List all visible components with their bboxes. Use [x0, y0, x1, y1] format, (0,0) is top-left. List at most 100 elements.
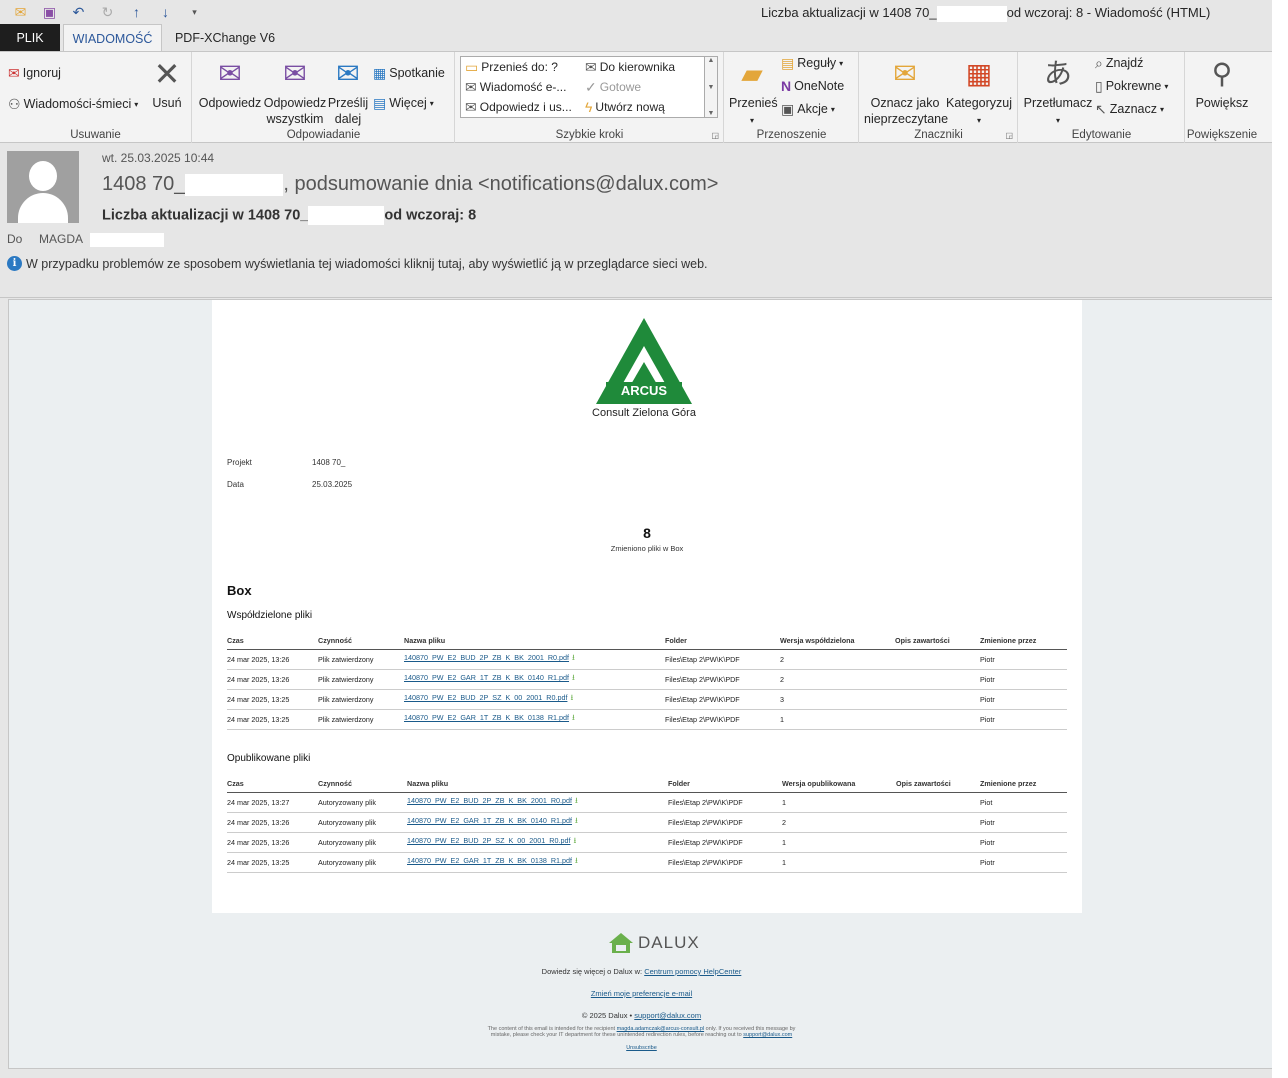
reply-all-icon: ✉ [283, 58, 307, 89]
section-title: Box [227, 583, 252, 598]
group-zoom: ⚲ Powiększ Powiększenie [1186, 52, 1258, 143]
gallery-scrollbar[interactable]: ▲ ▼ ▼ [704, 57, 717, 117]
mail-icon[interactable]: ✉ [6, 2, 35, 22]
download-icon[interactable]: ⭳ [575, 856, 578, 865]
dialog-launcher-icon[interactable]: ◲ [711, 131, 719, 140]
cell-action: Plik zatwierdzony [318, 669, 404, 690]
forward-button[interactable]: ✉ Prześlij dalej [327, 57, 369, 127]
file-link[interactable]: 140870_PW_E2_GAR_1T_ZB_K_BK_0138_R1.pdf [407, 856, 572, 865]
file-link[interactable]: 140870_PW_E2_GAR_1T_ZB_K_BK_0138_R1.pdf [404, 713, 569, 722]
download-icon[interactable]: ⭳ [575, 816, 578, 825]
onenote-icon: N [781, 78, 792, 94]
svg-text:Consult Zielona Góra: Consult Zielona Góra [592, 407, 696, 419]
binoculars-icon: ⌕ [1095, 55, 1103, 71]
cursor-icon: ↖ [1095, 101, 1107, 117]
cell-description [896, 832, 980, 853]
file-link[interactable]: 140870_PW_E2_GAR_1T_ZB_K_BK_0140_R1.pdf [407, 816, 572, 825]
delete-button[interactable]: ✕ Usuń [148, 57, 186, 111]
file-link[interactable]: 140870_PW_E2_GAR_1T_ZB_K_BK_0140_R1.pdf [404, 673, 569, 682]
cell-description [895, 709, 980, 730]
file-link[interactable]: 140870_PW_E2_BUD_2P_SZ_K_00_2001_R0.pdf [404, 693, 567, 702]
cell-changed-by: Piotr [980, 852, 1067, 873]
magnifier-icon: ⚲ [1211, 58, 1233, 89]
download-icon[interactable]: ⭳ [573, 836, 576, 845]
categorize-button[interactable]: ▦ Kategoryzuj ▾ [946, 57, 1012, 129]
mark-unread-button[interactable]: ✉ Oznacz jako nieprzeczytane [864, 57, 948, 127]
save-icon[interactable]: ▣ [35, 2, 64, 22]
cell-version: 1 [782, 832, 896, 853]
cell-time: 24 mar 2025, 13:25 [227, 709, 318, 730]
quickstep-create-new[interactable]: ϟ Utwórz nową [585, 100, 665, 114]
quickstep-to-manager[interactable]: ✉ Do kierownika [585, 60, 675, 74]
reply-button[interactable]: ✉ Odpowiedz [198, 57, 262, 111]
zoom-button[interactable]: ⚲ Powiększ [1190, 57, 1254, 111]
quickstep-done[interactable]: ✓ Gotowe [585, 80, 641, 94]
file-link[interactable]: 140870_PW_E2_BUD_2P_ZB_K_BK_2001_R0.pdf [404, 653, 569, 662]
undo-icon[interactable]: ↶ [64, 2, 93, 22]
group-respond: ✉ Odpowiedz ✉ Odpowiedz wszystkim ✉ Prześlij… [193, 52, 455, 143]
cell-action: Autoryzowany plik [318, 812, 407, 833]
download-icon[interactable]: ⭳ [572, 673, 575, 682]
helpcenter-link[interactable]: Centrum pomocy HelpCenter [644, 967, 741, 976]
download-icon[interactable]: ⭳ [575, 796, 578, 805]
column-header: Opis zawartości [896, 776, 980, 793]
scroll-up-icon[interactable]: ▲ [708, 57, 715, 64]
email-preferences-link[interactable]: Zmień moje preferencje e-mail [591, 989, 692, 998]
select-button[interactable]: ↖ Zaznacz ▾ [1095, 102, 1164, 116]
redaction [89, 232, 164, 247]
cell-filename: 140870_PW_E2_BUD_2P_SZ_K_00_2001_R0.pdf ⭳ [407, 832, 668, 853]
support-link[interactable]: support@dalux.com [634, 1011, 701, 1020]
reply-all-button[interactable]: ✉ Odpowiedz wszystkim [263, 57, 327, 127]
cell-changed-by: Piotr [980, 649, 1067, 670]
ignore-button[interactable]: ✉ Ignoruj [8, 66, 61, 80]
tab-message[interactable]: WIADOMOŚĆ [63, 24, 162, 52]
delete-icon: ✕ [153, 56, 181, 92]
table-row: 24 mar 2025, 13:26 Autoryzowany plik 14087… [227, 812, 1067, 833]
translate-button[interactable]: あ Przetłumacz ▾ [1021, 57, 1095, 129]
cell-filename: 140870_PW_E2_GAR_1T_ZB_K_BK_0140_R1.pdf ⭳ [407, 812, 668, 833]
quickstep-team-email[interactable]: ✉ Wiadomość e-... [465, 80, 566, 94]
download-icon[interactable]: ⭳ [570, 693, 573, 702]
junk-button[interactable]: ⚇ Wiadomości-śmieci ▾ [8, 97, 138, 111]
footer-prefs: Zmień moje preferencje e-mail [9, 989, 1274, 998]
dialog-launcher-icon[interactable]: ◲ [1005, 131, 1013, 140]
cell-description [896, 812, 980, 833]
cell-folder: Files\Etap 2\PW\K\PDF [668, 832, 782, 853]
browser-view-infobar[interactable]: iW przypadku problemów ze sposobem wyświ… [7, 256, 708, 271]
footer-disclaimer: The content of this email is intended fo… [487, 1026, 796, 1038]
support-link[interactable]: support@dalux.com [743, 1032, 792, 1038]
rules-button[interactable]: ▤ Reguły ▾ [781, 56, 843, 70]
cell-time: 24 mar 2025, 13:27 [227, 792, 318, 813]
tab-pdf-xchange[interactable]: PDF-XChange V6 [170, 24, 280, 51]
unsubscribe-link[interactable]: Unsubscribe [626, 1045, 657, 1051]
cell-description [895, 649, 980, 670]
find-button[interactable]: ⌕ Znajdź [1095, 56, 1143, 70]
actions-button[interactable]: ▣ Akcje ▾ [781, 102, 835, 116]
previous-item-icon[interactable]: ↑ [122, 2, 151, 22]
cell-changed-by: Piot [980, 792, 1067, 813]
customize-qat-icon[interactable]: ▾ [180, 2, 209, 22]
file-link[interactable]: 140870_PW_E2_BUD_2P_ZB_K_BK_2001_R0.pdf [407, 796, 572, 805]
download-icon[interactable]: ⭳ [572, 653, 575, 662]
table-row: 24 mar 2025, 13:26 Autoryzowany plik 14087… [227, 832, 1067, 853]
svg-text:ARCUS: ARCUS [621, 383, 668, 398]
move-button[interactable]: ▰ Przenieś ▾ [729, 57, 778, 129]
file-link[interactable]: 140870_PW_E2_BUD_2P_SZ_K_00_2001_R0.pdf [407, 836, 570, 845]
gallery-more-icon[interactable]: ▼ [708, 110, 715, 117]
cell-action: Plik zatwierdzony [318, 649, 404, 670]
meeting-button[interactable]: ▦ Spotkanie [373, 66, 445, 80]
tab-file[interactable]: PLIK [0, 24, 60, 51]
ignore-icon: ✉ [8, 65, 20, 81]
more-button[interactable]: ▤ Więcej ▾ [373, 96, 434, 110]
redo-icon[interactable]: ↻ [93, 2, 122, 22]
onenote-button[interactable]: N OneNote [781, 79, 844, 93]
cell-version: 1 [782, 852, 896, 873]
scroll-down-icon[interactable]: ▼ [708, 84, 715, 91]
next-item-icon[interactable]: ↓ [151, 2, 180, 22]
recipient-name[interactable]: MAGDA [39, 232, 83, 246]
download-icon[interactable]: ⭳ [572, 713, 575, 722]
quickstep-reply-delete[interactable]: ✉ Odpowiedz i us... [465, 100, 572, 114]
related-button[interactable]: ▯ Pokrewne ▾ [1095, 79, 1168, 93]
quickstep-move-to[interactable]: ▭ Przenieś do: ? [465, 60, 558, 74]
sender[interactable]: 1408 70_, podsumowanie dnia <notificatio… [102, 173, 718, 196]
